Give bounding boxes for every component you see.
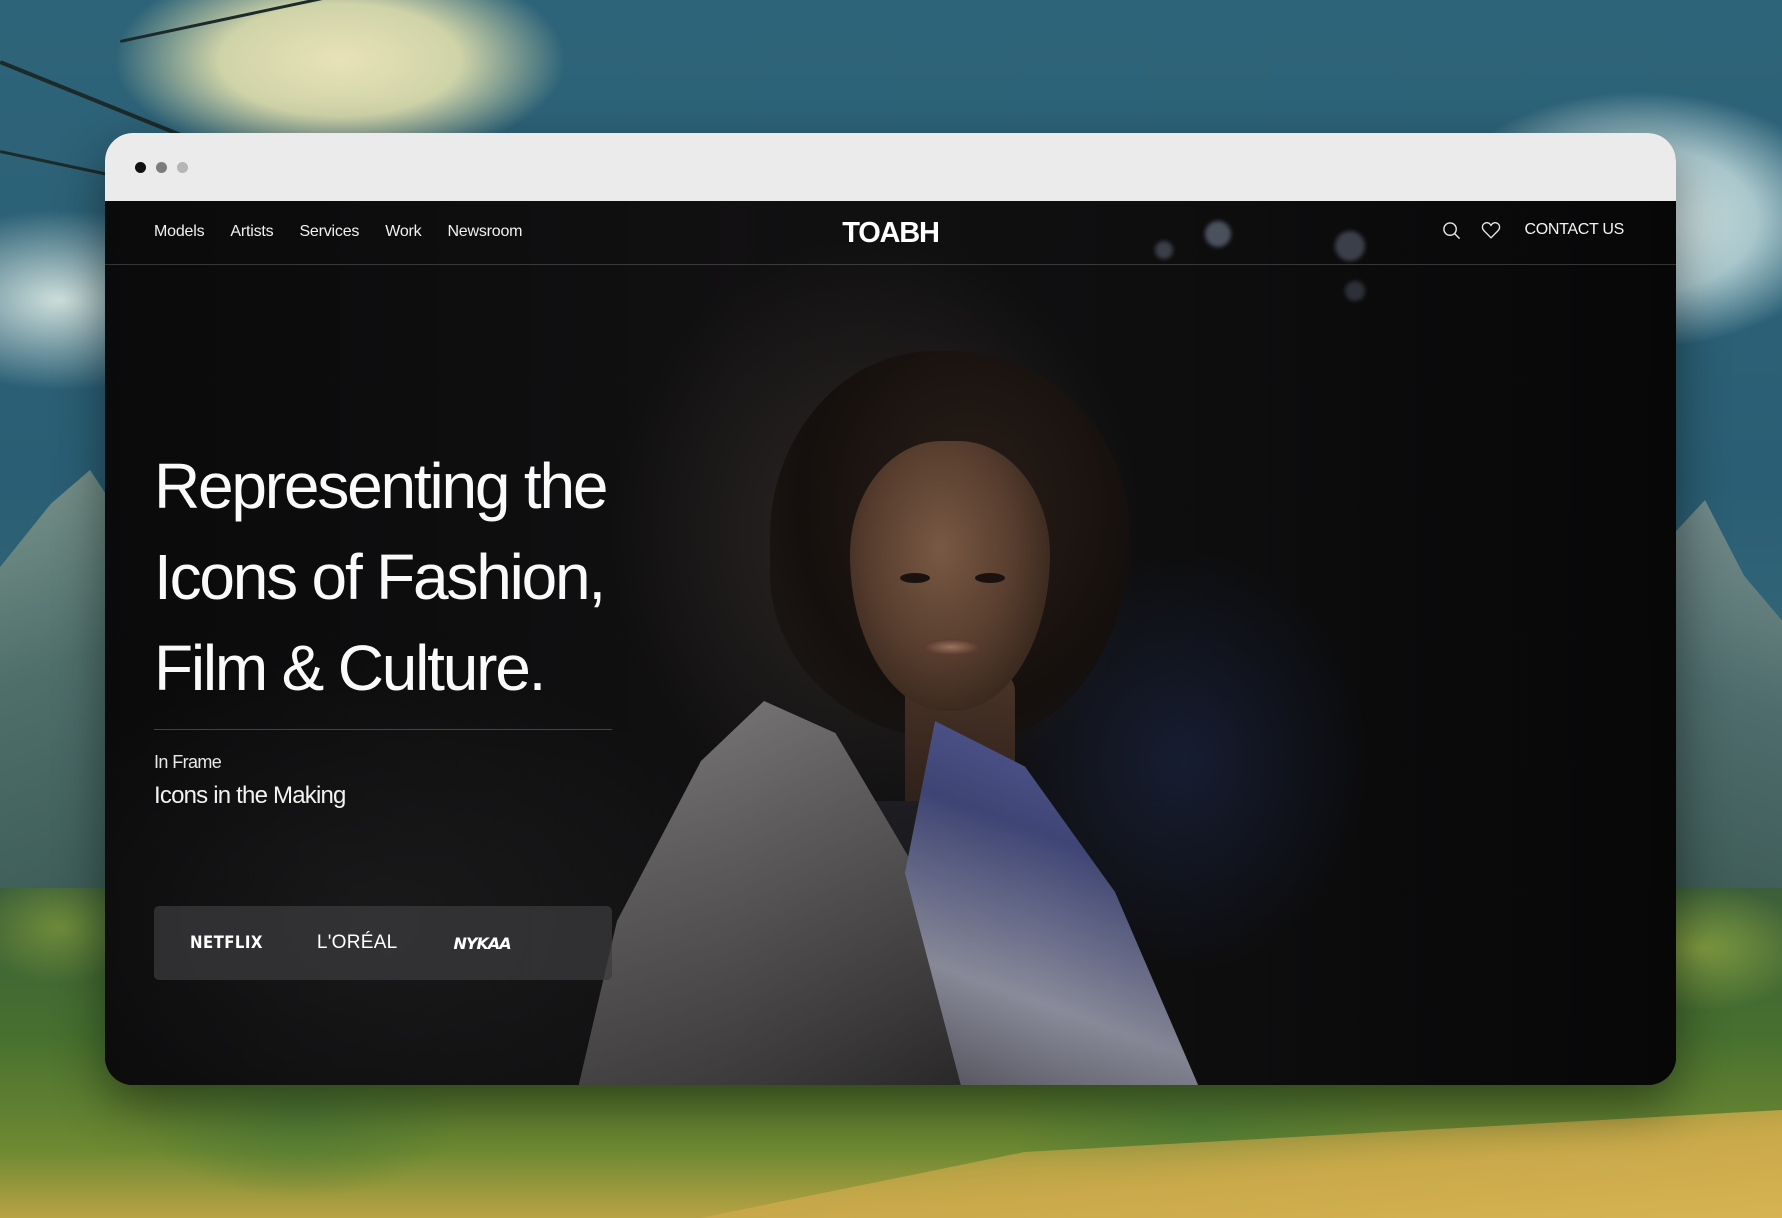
nav-link-work[interactable]: Work: [385, 223, 421, 241]
window-close-dot[interactable]: [135, 162, 146, 173]
nav-actions: CONTACT US: [1440, 219, 1624, 241]
hero-subhead[interactable]: Icons in the Making: [154, 782, 346, 810]
top-navigation: Models Artists Services Work Newsroom TO…: [105, 201, 1676, 265]
loreal-logo: L'ORÉAL: [316, 932, 398, 953]
heart-icon[interactable]: [1480, 219, 1502, 241]
nav-links: Models Artists Services Work Newsroom: [154, 223, 523, 241]
browser-window: Models Artists Services Work Newsroom TO…: [105, 133, 1676, 1085]
search-icon[interactable]: [1440, 219, 1462, 241]
window-titlebar: [105, 133, 1676, 202]
site-logo[interactable]: TOABH: [842, 217, 940, 250]
page-viewport: Models Artists Services Work Newsroom TO…: [105, 201, 1676, 1085]
headline-line-2: Icons of Fashion,: [154, 541, 606, 613]
netflix-logo: NETFLIX: [190, 933, 263, 953]
nav-link-artists[interactable]: Artists: [230, 223, 273, 241]
nav-link-models[interactable]: Models: [154, 223, 205, 241]
nykaa-logo: NYKAA: [453, 933, 512, 953]
window-minimize-dot[interactable]: [156, 162, 167, 173]
window-maximize-dot[interactable]: [177, 162, 188, 173]
hero-headline: Representing the Icons of Fashion, Film …: [154, 441, 674, 714]
contact-us-link[interactable]: CONTACT US: [1524, 221, 1624, 239]
headline-line-3: Film & Culture.: [154, 632, 546, 704]
headline-line-1: Representing the: [154, 450, 608, 522]
hero-kicker: In Frame: [154, 752, 222, 772]
brand-logos-strip: NETFLIX L'ORÉAL NYKAA: [154, 906, 612, 980]
nav-link-services[interactable]: Services: [299, 223, 359, 241]
nav-link-newsroom[interactable]: Newsroom: [447, 223, 522, 241]
hero-divider: [154, 729, 612, 730]
